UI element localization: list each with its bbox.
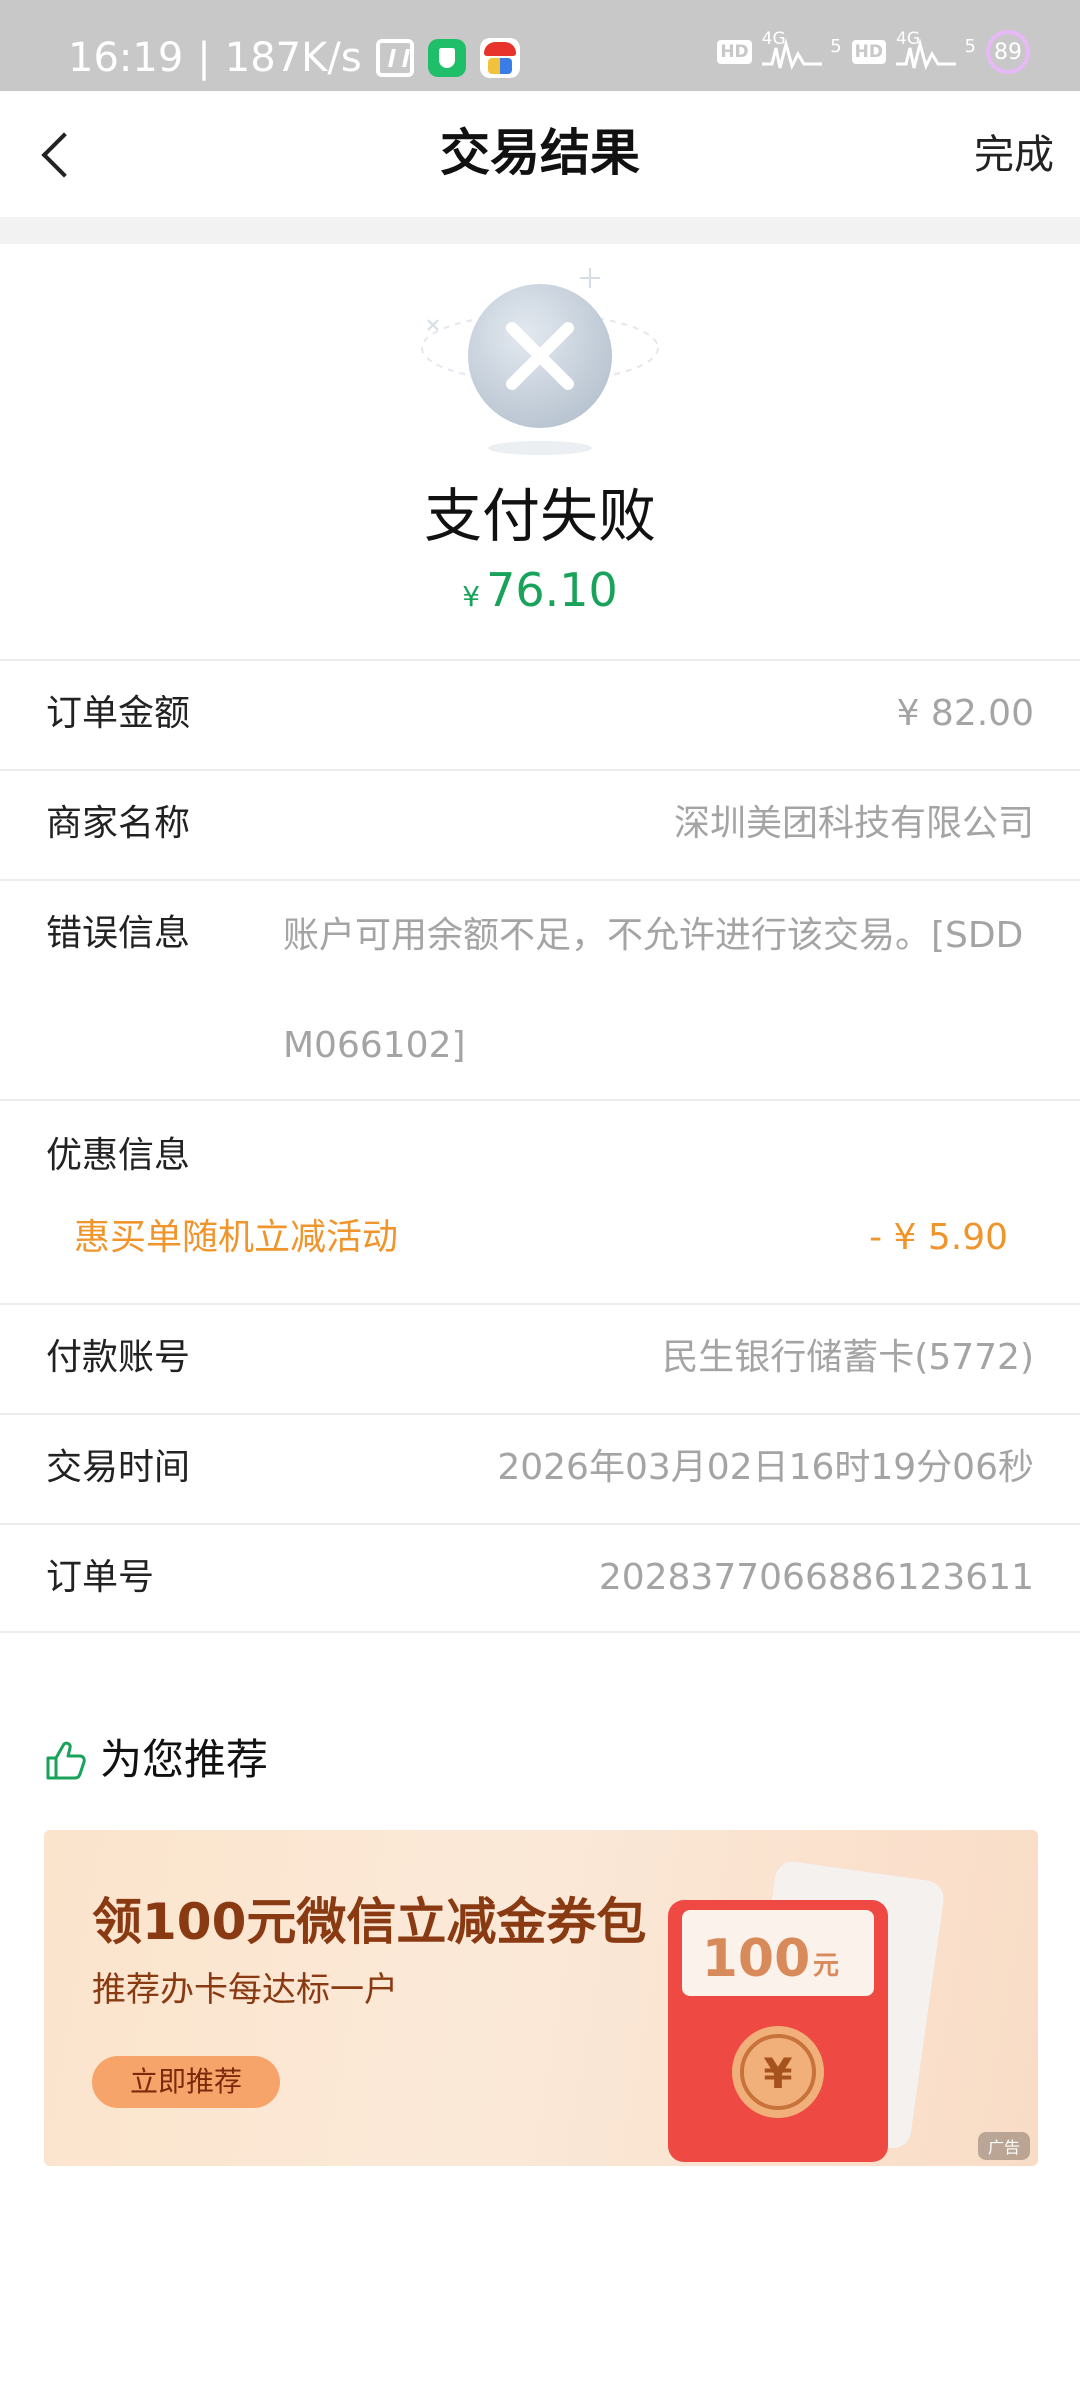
detail-row-error: 错误信息 账户可用余额不足，不允许进行该交易。[SDDM066102] [0, 879, 1080, 1099]
nfc-icon [375, 39, 414, 77]
section-divider [0, 217, 1080, 244]
hd-badge: HD [717, 40, 752, 64]
detail-label: 优惠信息 [46, 1135, 191, 1176]
signal-icon: 4G 5 [761, 30, 842, 74]
recommend-now-button[interactable]: 立即推荐 [92, 2056, 280, 2108]
signal-level: 5 [964, 36, 976, 57]
detail-value: 深圳美团科技有限公司 [673, 803, 1034, 844]
nav-bar: 交易结果 完成 [0, 91, 1080, 217]
currency-symbol: ¥ [462, 580, 481, 613]
ad-banner[interactable]: 领100元微信立减金券包 推荐办卡每达标一户 立即推荐 ¥ 100 元 广告 [44, 1830, 1038, 2166]
detail-row-account: 付款账号 民生银行储蓄卡(5772) [0, 1303, 1080, 1413]
done-button[interactable]: 完成 [974, 129, 1054, 181]
recommend-header: 为您推荐 [44, 1730, 268, 1790]
ad-title: 领100元微信立减金券包 [92, 1893, 647, 1951]
detail-label: 付款账号 [46, 1337, 191, 1378]
detail-label: 错误信息 [46, 913, 191, 954]
promo-discount: - ¥ 5.90 [869, 1217, 1008, 1258]
error-message: 账户可用余额不足，不允许进行该交易。[SDDM066102] [283, 915, 1024, 1066]
hd-badge: HD [851, 40, 886, 64]
thumbs-up-icon [46, 1741, 86, 1780]
status-time: 16:19 [68, 35, 184, 81]
status-left: 16:19 | 187K/s [68, 30, 520, 86]
status-divider: | [197, 35, 211, 81]
detail-row-promo: 优惠信息 惠买单随机立减活动 - ¥ 5.90 [0, 1099, 1080, 1303]
recommend-title: 为您推荐 [100, 1735, 269, 1784]
signal-level: 5 [830, 36, 842, 57]
signal-icon: 4G 5 [896, 30, 976, 74]
ad-card-amount: 100 [702, 1929, 811, 1989]
detail-row-order-no: 订单号 2028377066886123611 [0, 1523, 1080, 1633]
detail-value: 民生银行储蓄卡(5772) [662, 1337, 1034, 1378]
detail-label: 交易时间 [46, 1447, 191, 1488]
detail-row-merchant: 商家名称 深圳美团科技有限公司 [0, 769, 1080, 879]
detail-label: 商家名称 [46, 803, 191, 844]
battery-indicator: 89 [986, 30, 1030, 74]
promo-name: 惠买单随机立减活动 [74, 1217, 399, 1258]
close-circle-icon [421, 268, 659, 455]
ad-tag: 广告 [977, 2132, 1030, 2160]
detail-value: ¥ 82.00 [896, 693, 1034, 734]
result-title: 支付失败 [423, 482, 656, 550]
status-bar: 16:19 | 187K/s HD 4G 5 HD 4G 5 89 [0, 0, 1080, 91]
detail-row-order-amount: 订单金额 ¥ 82.00 [0, 659, 1080, 769]
ad-card-unit: 元 [813, 1951, 839, 1981]
amount-value: 76.10 [486, 563, 618, 617]
status-speed: 187K/s [224, 35, 362, 81]
detail-value: 2026年03月02日16时19分06秒 [497, 1447, 1034, 1488]
detail-label: 订单号 [46, 1557, 155, 1598]
red-envelope-icon: ¥ 100 元 [668, 1861, 944, 2162]
page-title: 交易结果 [440, 124, 640, 182]
svg-text:¥: ¥ [763, 2049, 792, 2098]
status-right: HD 4G 5 HD 4G 5 89 [717, 30, 1030, 74]
detail-row-time: 交易时间 2026年03月02日16时19分06秒 [0, 1413, 1080, 1523]
detail-value: 2028377066886123611 [598, 1557, 1034, 1598]
app-shield-icon [427, 39, 466, 77]
detail-label: 订单金额 [46, 693, 191, 734]
ad-subtitle: 推荐办卡每达标一户 [92, 1970, 398, 2010]
result-amount: ¥76.10 [0, 560, 1080, 631]
app-clown-icon [479, 38, 520, 78]
